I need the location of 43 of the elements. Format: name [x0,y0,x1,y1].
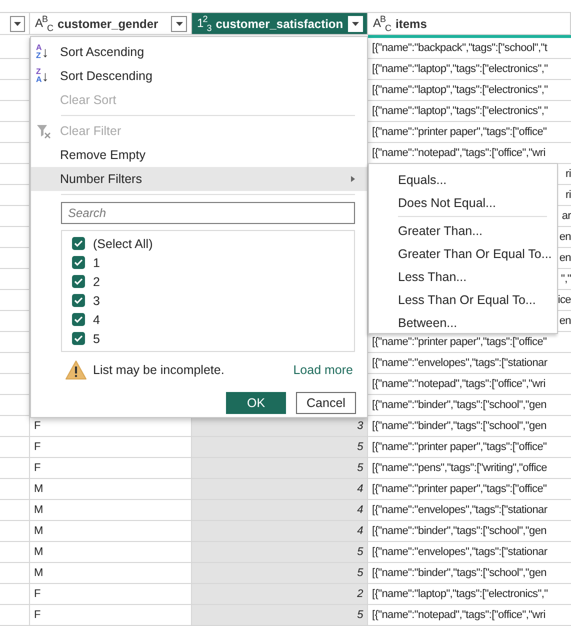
filter-dropdown-button[interactable] [171,16,187,32]
column-title: customer_gender [58,16,158,30]
caret-icon [176,22,182,26]
column-title: customer_satisfaction [216,16,344,30]
value-label: 3 [93,294,100,308]
caret-icon [352,22,360,26]
table-cell: 4 [192,500,368,520]
table-cell: 5 [192,542,368,562]
cancel-button[interactable]: Cancel [296,392,356,414]
checkbox[interactable] [72,294,85,307]
menu-item[interactable]: Between... [369,311,557,334]
caret-icon [14,22,21,26]
submenu-arrow-icon [351,176,355,182]
menu-item[interactable]: Remove Empty [31,143,367,167]
column-header[interactable]: 1$^{2}$$_{3}$ customer_satisfaction [192,13,368,34]
ok-button[interactable]: OK [226,392,286,414]
column-title: items [396,16,427,30]
value-label: 2 [93,274,100,288]
clear-filter-icon [36,124,52,138]
table-cell: 4 [192,479,368,499]
checkbox[interactable] [72,256,85,269]
checkbox[interactable] [72,237,85,250]
value-label: 1 [93,256,100,270]
menu-item[interactable]: Less Than Or Equal To... [369,288,557,311]
menu-item[interactable]: Number Filters [31,167,367,191]
search-field[interactable]: Search [61,202,355,224]
table-cell: 5 [192,605,368,625]
value-label: 5 [93,332,100,346]
table-cell: 5 [192,458,368,478]
checkbox[interactable] [72,275,85,288]
table-cell: 5 [192,563,368,583]
value-label: 4 [93,312,100,326]
filter-dropdown-button[interactable] [10,16,25,32]
table-cell: 5 [192,437,368,457]
checkbox[interactable] [72,313,85,326]
table-cell: 4 [192,521,368,541]
load-more-link[interactable]: Load more [293,363,353,377]
warning-icon [65,360,87,380]
value-label: (Select All) [93,236,153,250]
warning-text: List may be incomplete. [93,363,226,377]
table-cell: 3 [192,416,368,436]
table-cell: 2 [192,584,368,604]
checkbox[interactable] [72,332,85,345]
